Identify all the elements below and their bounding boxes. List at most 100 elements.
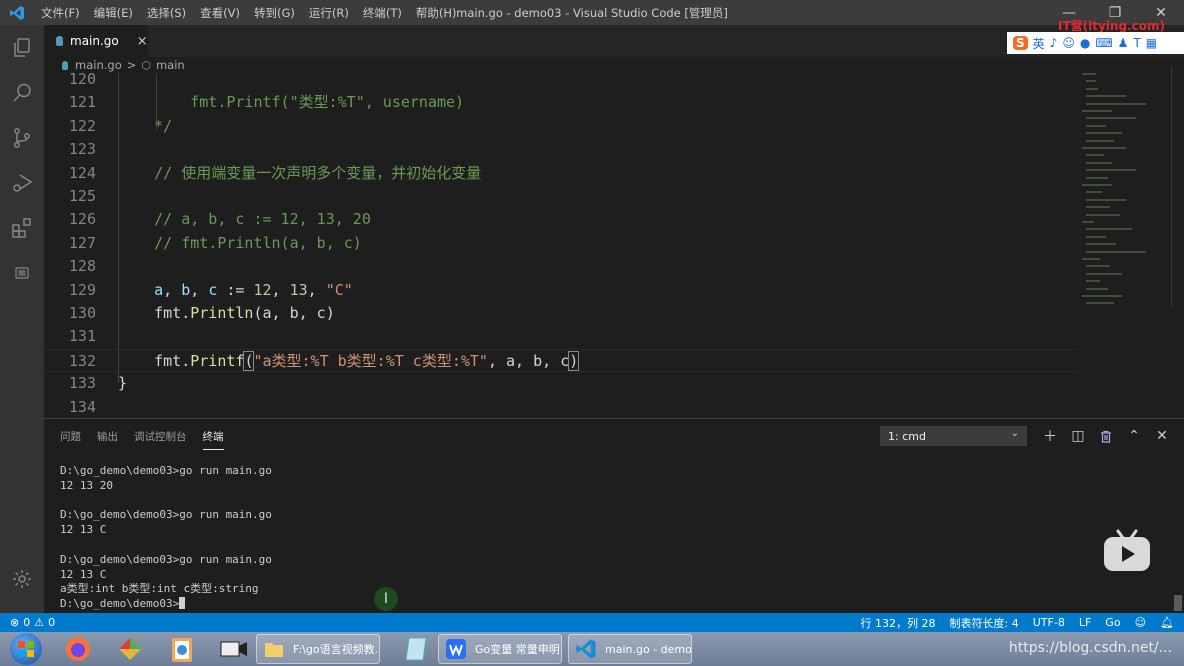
code-token: */ (118, 116, 173, 135)
code-line[interactable]: 127 // fmt.Println(a, b, c) (44, 232, 1076, 255)
split-terminal-button[interactable]: ◫ (1064, 424, 1092, 448)
terminal-output[interactable]: D:\go_demo\demo03>go run main.go 12 13 20… (60, 464, 272, 612)
clipboard-app-icon[interactable] (166, 634, 198, 664)
code-token: // fmt.Println(a, b, c) (118, 233, 362, 252)
outline-icon[interactable] (0, 250, 44, 295)
code-token: ) (568, 350, 580, 371)
ime-toolbar[interactable]: S 英 ♪ ☺ ● ⌨ ♟ T ▦ (1007, 32, 1184, 54)
code-token: 13 (289, 280, 308, 299)
terminal-line: D:\go_demo\demo03>go run main.go (60, 464, 272, 477)
cursor-position[interactable]: 行 132，列 28 (861, 615, 936, 631)
menu-view[interactable]: 查看(V) (193, 5, 247, 21)
go-file-icon (62, 60, 68, 70)
notepad-icon[interactable] (400, 634, 432, 664)
code-line[interactable]: 132 fmt.Printf("a类型:%T b类型:%T c类型:%T", a… (44, 348, 1076, 373)
tab-problems[interactable]: 问题 (60, 429, 81, 450)
code-token: "a类型:%T b类型:%T c类型:%T" (253, 351, 488, 370)
tab-terminal[interactable]: 终端 (202, 429, 224, 450)
end-of-line[interactable]: LF (1079, 616, 1091, 629)
code-line[interactable]: 122 */ (44, 115, 1076, 138)
taskbar-wps-window[interactable]: Go变量 常量申明... (438, 634, 562, 664)
firefox-icon[interactable] (62, 634, 94, 664)
code-line[interactable]: 125 (44, 185, 1076, 208)
extensions-icon[interactable] (0, 205, 44, 250)
editor-scrollbar[interactable] (1171, 67, 1172, 307)
trash-icon (1101, 430, 1111, 443)
tab-main-go[interactable]: main.go × (44, 25, 148, 57)
code-text: // a, b, c := 12, 13, 20 (118, 208, 371, 231)
menu-edit[interactable]: 编辑(E) (87, 5, 140, 21)
watermark: https://blog.csdn.net/... (1008, 640, 1172, 656)
terminal-line: D:\go_demo\demo03> (60, 597, 272, 612)
menu-selection[interactable]: 选择(S) (140, 5, 193, 21)
taskbar-explorer-window[interactable]: F:\go语言视频教... (256, 634, 380, 664)
close-tab-icon[interactable]: × (137, 34, 148, 49)
toolbox-icon[interactable]: ▦ (1146, 36, 1157, 50)
problems-status[interactable]: ⊗ 0 ⚠ 0 (0, 616, 55, 629)
emoji-icon[interactable]: ☺ (1062, 36, 1075, 50)
code-line[interactable]: 133} (44, 372, 1076, 395)
kill-terminal-button[interactable] (1092, 424, 1120, 448)
gear-icon[interactable] (0, 556, 44, 601)
breadcrumb-symbol[interactable]: main (156, 58, 185, 72)
line-number: 130 (68, 304, 96, 322)
line-number: 127 (68, 233, 96, 252)
code-line[interactable]: 134 (44, 396, 1076, 418)
code-line[interactable]: 129 a, b, c := 12, 13, "C" (44, 279, 1076, 302)
notifications-icon[interactable]: 🔔︎ (1160, 616, 1174, 629)
maximize-panel-button[interactable]: ⌃ (1120, 424, 1148, 448)
menu-help[interactable]: 帮助(H) (409, 5, 464, 21)
line-number: 123 (68, 140, 96, 159)
encoding[interactable]: UTF-8 (1033, 616, 1065, 629)
taskbar-button-label: F:\go语言视频教... (293, 643, 380, 656)
close-panel-button[interactable]: ✕ (1148, 424, 1176, 448)
user-icon[interactable]: ♟ (1118, 36, 1129, 50)
code-line[interactable]: 126 // a, b, c := 12, 13, 20 (44, 208, 1076, 231)
taskbar-vscode-window[interactable]: main.go - demo... (568, 634, 692, 664)
status-bar: ⊗ 0 ⚠ 0 行 132，列 28 制表符长度: 4 UTF-8 LF Go … (0, 613, 1184, 632)
menu-go[interactable]: 转到(G) (247, 5, 302, 21)
code-line[interactable]: 130 fmt.Println(a, b, c) (44, 302, 1076, 325)
code-editor[interactable]: 120 121 fmt.Printf("类型:%T", username) 122 … (44, 73, 1076, 418)
ime-mode[interactable]: 英 (1033, 35, 1045, 52)
mic-icon[interactable]: ● (1080, 36, 1090, 50)
code-line[interactable]: 131 (44, 325, 1076, 348)
search-icon[interactable] (0, 70, 44, 115)
minimap-line (1086, 102, 1146, 105)
new-terminal-button[interactable]: ＋ (1036, 424, 1064, 448)
line-number: 133 (68, 374, 96, 393)
code-line[interactable]: 123 (44, 138, 1076, 161)
menu-run[interactable]: 运行(R) (302, 5, 356, 21)
feedback-icon[interactable]: ☺ (1135, 616, 1146, 629)
recorder-icon[interactable] (218, 634, 250, 664)
app-diamond-icon[interactable] (114, 634, 146, 664)
minimap[interactable] (1076, 57, 1184, 418)
code-line[interactable]: 121 fmt.Printf("类型:%T", username) (44, 91, 1076, 114)
breadcrumb-file[interactable]: main.go (75, 58, 122, 72)
code-token: // 使用端变量一次声明多个变量，并初始化变量 (118, 163, 482, 182)
code-line[interactable]: 128 (44, 255, 1076, 278)
menu-file[interactable]: 文件(F) (34, 5, 87, 21)
keyboard-icon[interactable]: ⌨ (1095, 36, 1112, 50)
minimap-line (1086, 280, 1100, 283)
code-token: } (118, 374, 128, 393)
minimap-line (1082, 295, 1122, 297)
skin-icon[interactable]: T (1133, 36, 1140, 50)
terminal-scrollbar[interactable] (1174, 595, 1182, 611)
tab-size[interactable]: 制表符长度: 4 (950, 615, 1019, 631)
code-line[interactable]: 124 // 使用端变量一次声明多个变量，并初始化变量 (44, 162, 1076, 185)
minimap-line (1086, 250, 1146, 253)
terminal-select[interactable]: 1: cmd ⌄ (880, 426, 1027, 446)
language-mode[interactable]: Go (1105, 616, 1120, 629)
tab-output[interactable]: 输出 (97, 429, 118, 450)
start-button[interactable] (10, 633, 42, 665)
source-control-icon[interactable] (0, 115, 44, 160)
tab-debug-console[interactable]: 调试控制台 (134, 429, 187, 450)
menu-terminal[interactable]: 终端(T) (356, 5, 409, 21)
code-line[interactable]: 120 (44, 73, 1076, 91)
explorer-icon[interactable] (0, 25, 44, 70)
punctuation-icon[interactable]: ♪ (1050, 36, 1058, 50)
run-debug-icon[interactable] (0, 160, 44, 205)
code-token: a (154, 280, 164, 299)
